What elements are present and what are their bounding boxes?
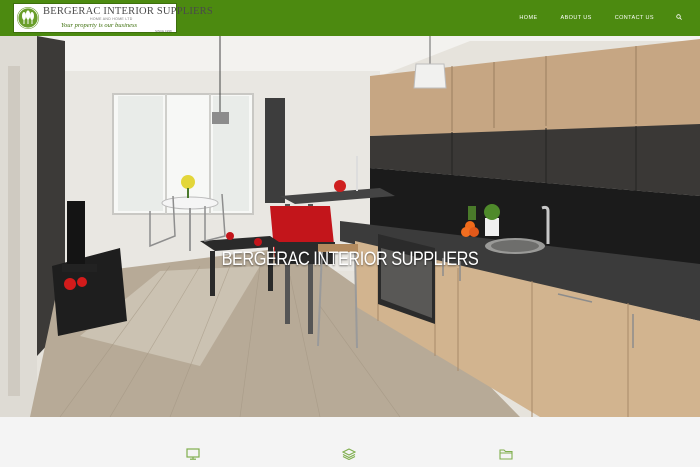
site-header: BERGERAC INTERIOR SUPPLIERS HOME AND HOM… xyxy=(0,0,700,36)
nav-item-home[interactable]: HOME xyxy=(519,15,537,21)
nav-item-contact-us[interactable]: CONTACT US xyxy=(615,15,654,21)
nav-item-about-us[interactable]: ABOUT US xyxy=(561,15,592,21)
search-icon[interactable] xyxy=(676,14,682,22)
hero-title: BERGERAC INTERIOR SUPPLIERS xyxy=(221,249,479,270)
brand-name: BERGERAC INTERIOR SUPPLIERS xyxy=(43,6,213,17)
folder-icon xyxy=(499,447,513,460)
features-section xyxy=(0,417,700,467)
kitchen-photo xyxy=(0,36,700,417)
tree-logo-icon xyxy=(17,7,39,29)
hero-banner: BERGERAC INTERIOR SUPPLIERS xyxy=(0,36,700,417)
site-logo[interactable]: BERGERAC INTERIOR SUPPLIERS HOME AND HOM… xyxy=(13,3,213,33)
monitor-icon xyxy=(186,447,200,460)
layers-icon xyxy=(341,447,357,461)
brand-subtitle: HOME AND HOME LTD xyxy=(90,17,133,21)
brand-tagline: Your property is our business xyxy=(61,22,138,29)
main-nav: HOME ABOUT US CONTACT US xyxy=(496,0,682,36)
brand-since: SINCE 1998 xyxy=(155,29,172,33)
